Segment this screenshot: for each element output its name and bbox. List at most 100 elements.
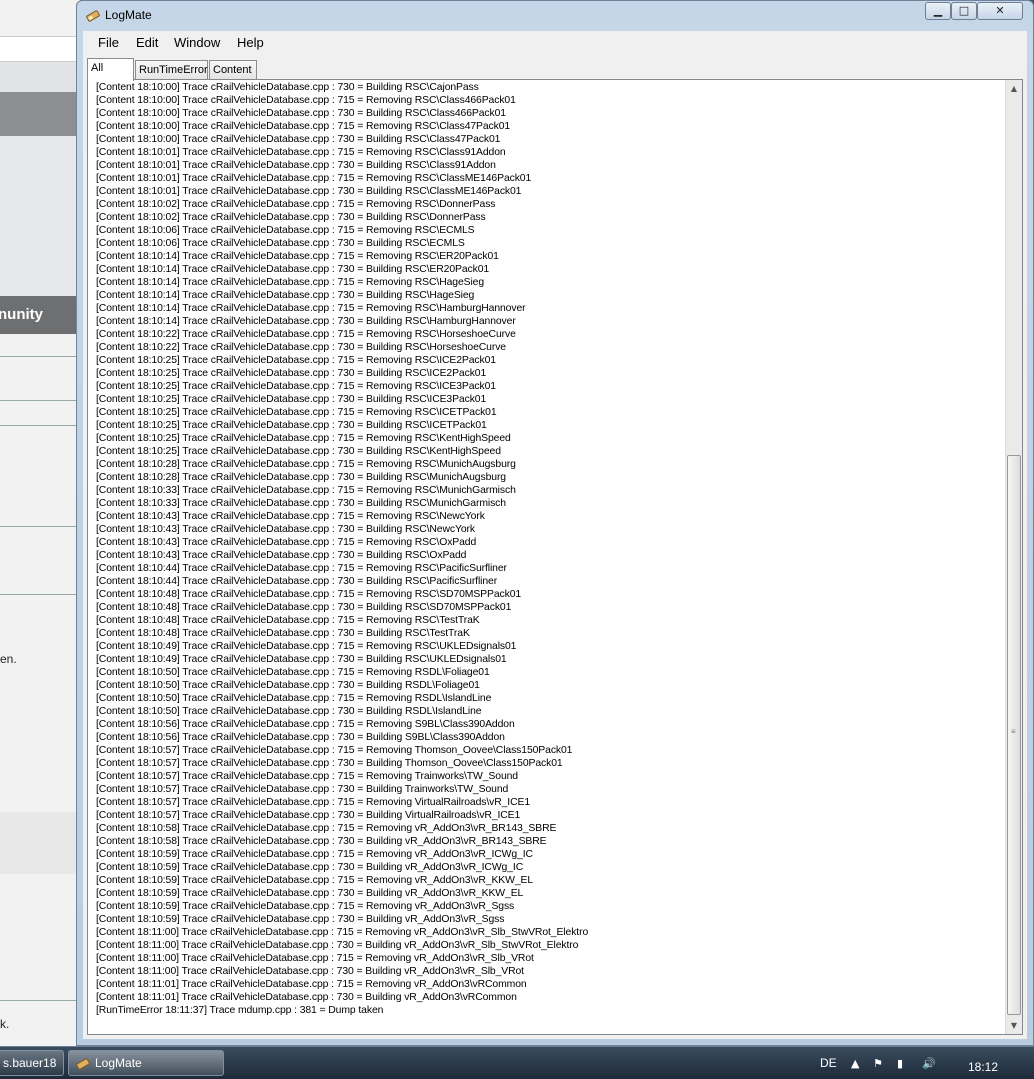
log-line: [Content 18:10:25] Trace cRailVehicleDat… <box>96 433 511 444</box>
log-line: [Content 18:10:49] Trace cRailVehicleDat… <box>96 654 507 665</box>
log-line: [Content 18:10:59] Trace cRailVehicleDat… <box>96 901 515 912</box>
log-line: [Content 18:10:28] Trace cRailVehicleDat… <box>96 459 516 470</box>
log-line: [Content 18:10:00] Trace cRailVehicleDat… <box>96 121 511 132</box>
log-line: [Content 18:10:28] Trace cRailVehicleDat… <box>96 472 506 483</box>
log-line: [Content 18:10:14] Trace cRailVehicleDat… <box>96 251 499 262</box>
background-panel <box>0 136 80 296</box>
background-divider <box>0 356 80 357</box>
log-line: [Content 18:10:50] Trace cRailVehicleDat… <box>96 693 492 704</box>
log-line: [Content 18:10:49] Trace cRailVehicleDat… <box>96 641 517 652</box>
log-line: [Content 18:10:06] Trace cRailVehicleDat… <box>96 238 465 249</box>
tab-all[interactable]: All <box>87 58 134 81</box>
taskbar-button-label: LogMate <box>95 1056 142 1070</box>
log-line: [Content 18:10:57] Trace cRailVehicleDat… <box>96 771 518 782</box>
show-hidden-icon[interactable]: ▲ <box>851 1057 859 1070</box>
log-line: [Content 18:10:33] Trace cRailVehicleDat… <box>96 485 516 496</box>
log-line: [Content 18:10:50] Trace cRailVehicleDat… <box>96 667 490 678</box>
log-line: [Content 18:10:56] Trace cRailVehicleDat… <box>96 732 505 743</box>
log-line: [Content 18:10:56] Trace cRailVehicleDat… <box>96 719 515 730</box>
maximize-button[interactable]: □ <box>951 2 977 20</box>
background-divider <box>0 1000 80 1001</box>
logmate-window: LogMate ▁ □ ✕ File Edit Window Help All … <box>76 0 1034 1046</box>
logmate-app-icon <box>86 10 100 22</box>
log-line: [Content 18:11:01] Trace cRailVehicleDat… <box>96 979 527 990</box>
action-center-flag-icon[interactable]: ⚑ <box>873 1057 883 1070</box>
log-line: [Content 18:10:02] Trace cRailVehicleDat… <box>96 212 486 223</box>
background-community-tab[interactable]: nunity <box>0 296 80 334</box>
scroll-down-icon[interactable]: ▼ <box>1006 1017 1022 1034</box>
log-line: [Content 18:10:06] Trace cRailVehicleDat… <box>96 225 475 236</box>
log-output[interactable]: [Content 18:10:00] Trace cRailVehicleDat… <box>87 79 1023 1035</box>
maximize-icon: □ <box>958 4 970 17</box>
language-indicator[interactable]: DE <box>820 1056 837 1070</box>
close-button[interactable]: ✕ <box>977 2 1023 20</box>
menu-edit[interactable]: Edit <box>136 35 158 50</box>
taskbar-button-logmate[interactable]: LogMate <box>68 1050 224 1076</box>
log-line: [Content 18:10:59] Trace cRailVehicleDat… <box>96 849 533 860</box>
background-text: en. <box>0 652 17 666</box>
log-line: [Content 18:10:25] Trace cRailVehicleDat… <box>96 407 497 418</box>
log-line: [Content 18:10:57] Trace cRailVehicleDat… <box>96 758 563 769</box>
log-line: [Content 18:10:00] Trace cRailVehicleDat… <box>96 95 516 106</box>
log-line: [Content 18:11:00] Trace cRailVehicleDat… <box>96 966 524 977</box>
menu-help[interactable]: Help <box>237 35 264 50</box>
log-line: [Content 18:10:14] Trace cRailVehicleDat… <box>96 303 526 314</box>
log-line: [Content 18:10:25] Trace cRailVehicleDat… <box>96 420 487 431</box>
log-line: [Content 18:10:25] Trace cRailVehicleDat… <box>96 394 487 405</box>
log-line: [Content 18:11:00] Trace cRailVehicleDat… <box>96 940 579 951</box>
log-line: [Content 18:10:57] Trace cRailVehicleDat… <box>96 810 521 821</box>
network-signal-icon[interactable]: ▮ <box>897 1057 903 1070</box>
log-line: [Content 18:10:25] Trace cRailVehicleDat… <box>96 381 496 392</box>
log-line: [Content 18:10:25] Trace cRailVehicleDat… <box>96 368 487 379</box>
log-line: [Content 18:10:48] Trace cRailVehicleDat… <box>96 589 522 600</box>
scrollbar-thumb[interactable]: ≡ <box>1007 455 1021 1015</box>
log-line: [Content 18:10:14] Trace cRailVehicleDat… <box>96 277 485 288</box>
log-line: [Content 18:10:01] Trace cRailVehicleDat… <box>96 147 506 158</box>
log-line: [Content 18:10:50] Trace cRailVehicleDat… <box>96 680 480 691</box>
log-line: [Content 18:10:14] Trace cRailVehicleDat… <box>96 290 475 301</box>
window-title: LogMate <box>105 8 152 22</box>
minimize-button[interactable]: ▁ <box>925 2 951 20</box>
background-browser-window: nunity en. k. <box>0 0 80 1046</box>
log-line: [Content 18:10:01] Trace cRailVehicleDat… <box>96 160 496 171</box>
log-line: [Content 18:10:59] Trace cRailVehicleDat… <box>96 875 534 886</box>
background-divider <box>0 526 80 527</box>
menu-bar: File Edit Window Help <box>83 31 1027 55</box>
clock[interactable]: 18:12 <box>968 1060 998 1074</box>
log-line: [Content 18:10:48] Trace cRailVehicleDat… <box>96 602 512 613</box>
log-line: [Content 18:10:57] Trace cRailVehicleDat… <box>96 745 573 756</box>
menu-file[interactable]: File <box>98 35 119 50</box>
log-line: [Content 18:11:01] Trace cRailVehicleDat… <box>96 992 517 1003</box>
log-line: [Content 18:10:02] Trace cRailVehicleDat… <box>96 199 496 210</box>
tab-content[interactable]: Content <box>209 60 257 80</box>
log-line: [Content 18:10:58] Trace cRailVehicleDat… <box>96 823 557 834</box>
log-line: [Content 18:10:14] Trace cRailVehicleDat… <box>96 264 490 275</box>
log-line: [Content 18:10:43] Trace cRailVehicleDat… <box>96 537 477 548</box>
log-line: [Content 18:10:00] Trace cRailVehicleDat… <box>96 82 479 93</box>
log-line: [Content 18:10:14] Trace cRailVehicleDat… <box>96 316 516 327</box>
background-footer-band <box>0 812 80 874</box>
log-line: [Content 18:10:33] Trace cRailVehicleDat… <box>96 498 506 509</box>
log-line: [Content 18:10:01] Trace cRailVehicleDat… <box>96 186 522 197</box>
close-icon: ✕ <box>995 4 1005 17</box>
log-line: [Content 18:10:43] Trace cRailVehicleDat… <box>96 511 485 522</box>
vertical-scrollbar[interactable]: ▲ ≡ ▼ <box>1005 80 1022 1034</box>
menu-window[interactable]: Window <box>174 35 220 50</box>
log-line: [Content 18:10:00] Trace cRailVehicleDat… <box>96 134 501 145</box>
log-line: [Content 18:10:48] Trace cRailVehicleDat… <box>96 628 470 639</box>
log-line: [Content 18:10:44] Trace cRailVehicleDat… <box>96 563 507 574</box>
log-line: [Content 18:11:00] Trace cRailVehicleDat… <box>96 953 534 964</box>
log-line: [Content 18:10:44] Trace cRailVehicleDat… <box>96 576 498 587</box>
taskbar-button-user[interactable]: s.bauer18 <box>0 1050 64 1076</box>
background-divider <box>0 425 80 426</box>
minimize-icon: ▁ <box>933 4 943 17</box>
tab-runtimeerror[interactable]: RunTimeError <box>135 60 208 80</box>
scroll-up-icon[interactable]: ▲ <box>1006 80 1022 97</box>
volume-icon[interactable]: 🔊 <box>922 1057 936 1070</box>
log-line: [Content 18:10:59] Trace cRailVehicleDat… <box>96 862 524 873</box>
log-line: [Content 18:10:22] Trace cRailVehicleDat… <box>96 342 506 353</box>
background-address-bar <box>0 36 80 62</box>
main-client-area: All RunTimeError Content [Content 18:10:… <box>83 55 1027 1039</box>
log-line: [Content 18:10:50] Trace cRailVehicleDat… <box>96 706 482 717</box>
log-line: [Content 18:10:25] Trace cRailVehicleDat… <box>96 446 501 457</box>
